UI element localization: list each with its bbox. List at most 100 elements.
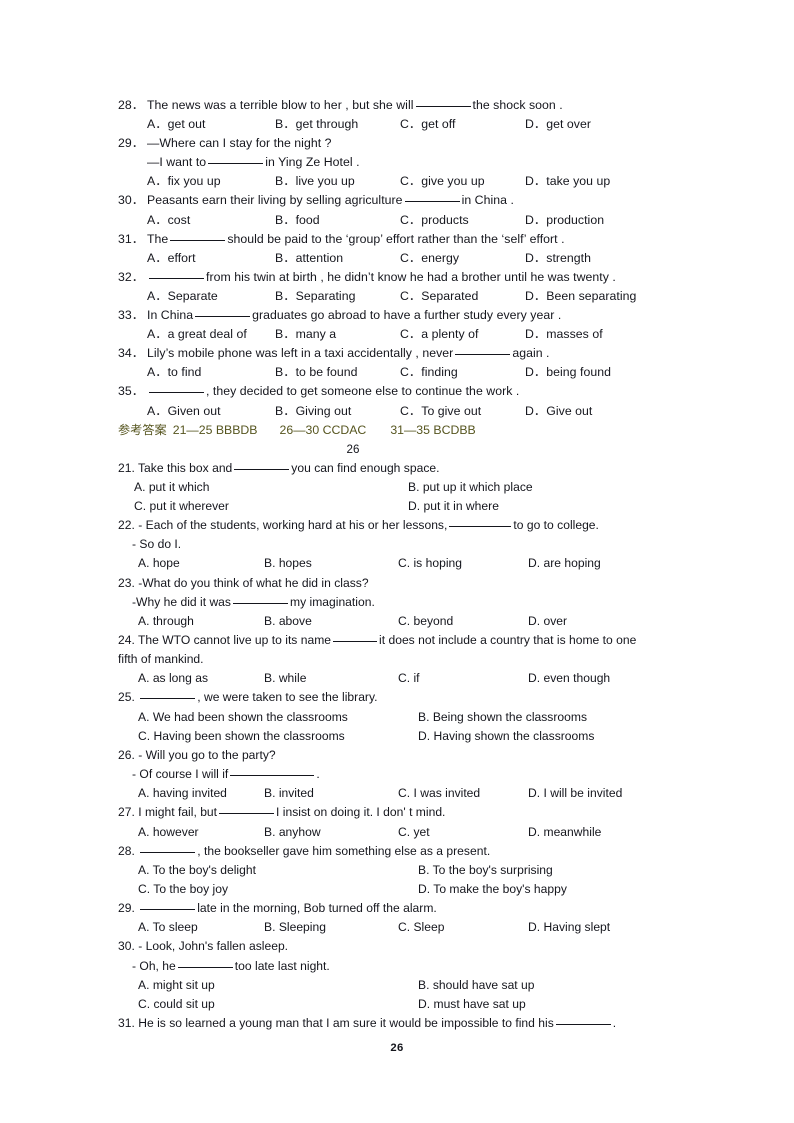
question-stem-tail: the shock soon . [472, 98, 563, 112]
option-c: C．To give out [400, 403, 482, 418]
option-row: A. might sit up B. should have sat up [118, 976, 698, 995]
answer-blank [455, 354, 511, 356]
option-row: A．effort B．attention C．energy D．strength [118, 249, 698, 268]
option-row: A. however B. anyhow C. yet D. meanwhile [118, 823, 698, 842]
question-sub-text: —I want to [147, 155, 207, 170]
option-row: A．cost B．food C．products D．production [118, 211, 698, 230]
option-b: B．get through [275, 117, 359, 132]
question-stem-tail: , the bookseller gave him something else… [197, 843, 491, 858]
option-a: A．fix you up [147, 174, 221, 189]
question-number: 25. [118, 690, 135, 705]
question-subline: - Oh, he too late last night. [118, 957, 698, 976]
inline-page-marker: 26 [346, 442, 360, 456]
option-c: C．finding [400, 365, 458, 380]
answer-blank [234, 468, 290, 470]
question-row: 27. I might fail, but I insist on doing i… [118, 803, 698, 822]
question-number: 30. [118, 939, 135, 954]
option-b: B. above [264, 613, 312, 628]
option-b: B．to be found [275, 365, 358, 380]
option-c: C. yet [398, 824, 430, 839]
option-a: A．a great deal of [147, 327, 247, 342]
option-c: C. could sit up [138, 996, 215, 1011]
question-row: 32． from his twin at birth , he didn’t kn… [118, 268, 698, 287]
option-a: A. having invited [138, 786, 227, 801]
answer-blank [140, 698, 196, 700]
question-row: 28. , the bookseller gave him something … [118, 842, 698, 861]
option-c: C．Separated [400, 288, 479, 303]
option-row: A. We had been shown the classrooms B. B… [118, 708, 698, 727]
question-sub-tail: . [316, 767, 320, 782]
question-row: 31. He is so learned a young man that I … [118, 1014, 698, 1033]
option-d: D．Give out [525, 403, 593, 418]
option-row: A. To the boy's delight B. To the boy's … [118, 861, 698, 880]
option-c: C. beyond [398, 613, 454, 628]
option-c: C. To the boy joy [138, 881, 229, 896]
question-stem: In China [147, 308, 194, 323]
option-b: B. Being shown the classrooms [418, 709, 588, 724]
question-number: 21. [118, 460, 135, 475]
question-stem-tail: again . [512, 346, 550, 361]
option-row: A．Given out B．Giving out C．To give out D… [118, 402, 698, 421]
question-stem: Lily’s mobile phone was left in a taxi a… [147, 346, 454, 361]
question-stem: Take this box and [138, 460, 233, 475]
option-b: B．attention [275, 250, 344, 265]
section-multiple-choice-28-35: 28． The news was a terrible blow to her ,… [118, 96, 698, 421]
question-stem: -What do you think of what he did in cla… [138, 575, 369, 590]
option-d: D. put it in where [408, 498, 499, 513]
option-a: A. put it which [134, 479, 210, 494]
option-d: D. over [528, 613, 568, 628]
answer-key-group-1: 21—25 BBBDB [172, 422, 258, 437]
question-row: 29． —Where can I stay for the night ? [118, 134, 698, 153]
option-b: B. invited [264, 786, 314, 801]
option-d: D. meanwhile [528, 824, 602, 839]
option-c: C．energy [400, 250, 460, 265]
option-c: C. put it wherever [134, 498, 229, 513]
option-b: B. Sleeping [264, 920, 326, 935]
option-a: A．to find [147, 365, 202, 380]
option-d: D．strength [525, 250, 592, 265]
option-c: C. if [398, 671, 420, 686]
question-sub-tail: my imagination. [289, 594, 375, 609]
answer-blank [208, 163, 264, 165]
question-stem-tail: in China . [461, 193, 514, 208]
answer-blank [195, 316, 251, 318]
answer-key-group-3: 31—35 BCDBB [390, 422, 476, 437]
option-c: C. is hoping [398, 556, 462, 571]
option-a: A. hope [138, 556, 180, 571]
option-row: C. put it wherever D. put it in where [118, 497, 698, 516]
question-number: 23. [118, 575, 135, 590]
option-b: B. hopes [264, 556, 312, 571]
option-a: A. We had been shown the classrooms [138, 709, 348, 724]
question-row: 34． Lily’s mobile phone was left in a tax… [118, 344, 698, 363]
answer-blank [555, 1024, 611, 1025]
question-stem: - Will you go to the party? [138, 747, 276, 762]
answer-blank [219, 813, 275, 815]
answer-blank [149, 277, 204, 279]
option-d: D．take you up [525, 174, 611, 189]
question-row: 30. - Look, John's fallen asleep. [118, 937, 698, 956]
question-sub-text: - Oh, he [132, 958, 176, 973]
option-b: B. should have sat up [418, 977, 535, 992]
option-d: D．Been separating [525, 288, 637, 303]
option-row: A. put it which B. put up it which place [118, 478, 698, 497]
option-d: D. Having slept [528, 920, 611, 935]
option-d: D．masses of [525, 327, 603, 342]
option-d: D. Having shown the classrooms [418, 728, 595, 743]
question-number: 35． [118, 384, 145, 399]
option-c: C. Having been shown the classrooms [138, 728, 345, 743]
question-row: 33． In China graduates go abroad to have a… [118, 306, 698, 325]
option-row: A. hope B. hopes C. is hoping D. are hop… [118, 554, 698, 573]
option-row: A. To sleep B. Sleeping C. Sleep D. Havi… [118, 918, 698, 937]
option-b: B．many a [275, 327, 337, 342]
document-page: 28． The news was a terrible blow to her ,… [0, 0, 794, 1123]
option-b: B. To the boy's surprising [418, 862, 553, 877]
answer-blank [232, 602, 288, 604]
option-row: A. through B. above C. beyond D. over [118, 612, 698, 631]
answer-blank [415, 106, 471, 107]
question-number: 24. [118, 633, 135, 648]
option-c: C．a plenty of [400, 327, 479, 342]
option-row: A．to find B．to be found C．finding D．bein… [118, 363, 698, 382]
option-row: A．get out B．get through C．get off D．get … [118, 115, 698, 134]
question-wrap-line: fifth of mankind. [118, 650, 698, 669]
option-row: A. having invited B. invited C. I was in… [118, 784, 698, 803]
